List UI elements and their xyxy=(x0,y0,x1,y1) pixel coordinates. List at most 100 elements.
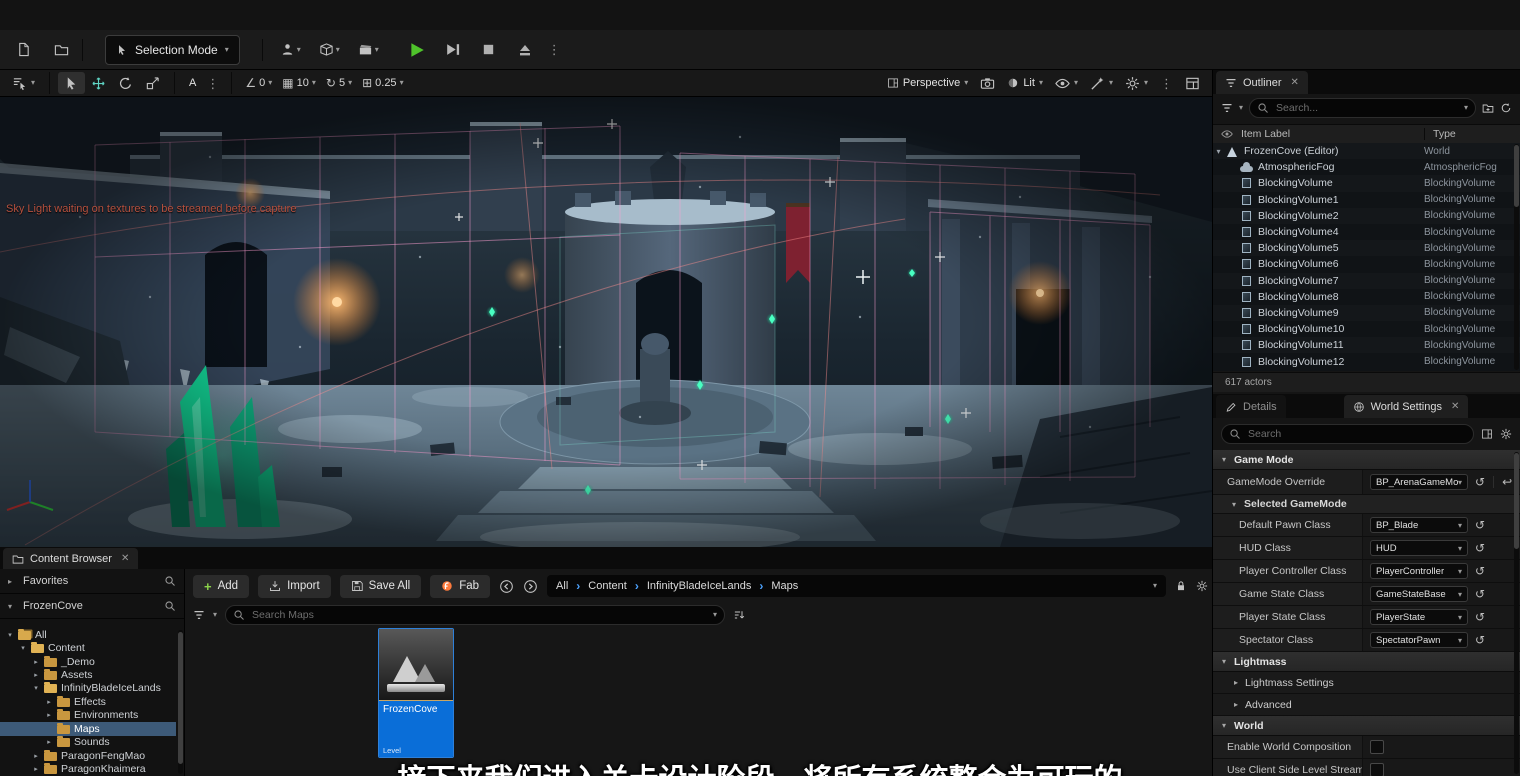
expander-icon[interactable]: ▸ xyxy=(45,698,53,706)
outliner-row[interactable]: BlockingVolume6BlockingVolume xyxy=(1213,256,1520,272)
property-dropdown[interactable]: HUD▾ xyxy=(1370,540,1468,556)
expander-icon[interactable]: ▸ xyxy=(45,711,53,719)
viewport-more-icon[interactable]: ⋮ xyxy=(1160,77,1173,90)
expander-icon[interactable]: ▾ xyxy=(6,631,14,639)
save-all-button[interactable]: Save All xyxy=(340,575,422,598)
outliner-row[interactable]: BlockingVolume10BlockingVolume xyxy=(1213,321,1520,337)
expander-icon[interactable]: ▾ xyxy=(1219,721,1229,730)
stop-button[interactable] xyxy=(476,37,502,63)
property-dropdown[interactable]: BP_Blade▾ xyxy=(1370,517,1468,533)
folder-tree-item[interactable]: Maps xyxy=(0,722,176,735)
search-icon[interactable] xyxy=(164,575,176,587)
world-local-toggle[interactable]: A xyxy=(183,72,202,94)
snap-control[interactable]: ∠0▾ xyxy=(240,72,277,94)
snap-control[interactable]: ▦10▾ xyxy=(277,72,321,94)
move-tool-button[interactable] xyxy=(85,72,112,94)
outliner-row[interactable]: BlockingVolume9BlockingVolume xyxy=(1213,305,1520,321)
browse-content-button[interactable] xyxy=(48,37,74,63)
content-settings-gear-icon[interactable] xyxy=(1196,580,1208,592)
cinematics-dropdown[interactable]: ▾ xyxy=(358,42,379,57)
chevron-down-icon[interactable]: ▾ xyxy=(312,79,316,87)
tab-world-settings[interactable]: World Settings ✕ xyxy=(1344,395,1469,418)
asset-tile-frozencove[interactable]: FrozenCove Level xyxy=(378,628,454,758)
settings-category[interactable]: ▾World xyxy=(1213,716,1520,736)
chevron-down-icon[interactable]: ▾ xyxy=(348,79,352,87)
property-dropdown[interactable]: SpectatorPawn▾ xyxy=(1370,632,1468,648)
reset-to-default-icon[interactable]: ↺ xyxy=(1475,611,1485,623)
create-folder-icon[interactable] xyxy=(1482,102,1494,114)
viewport-options-dropdown[interactable]: ▾ xyxy=(6,72,41,94)
outliner-row[interactable]: BlockingVolume8BlockingVolume xyxy=(1213,289,1520,305)
undo-icon[interactable]: ↩ xyxy=(1493,476,1512,488)
expander-icon[interactable]: ▾ xyxy=(1219,455,1229,464)
eject-button[interactable] xyxy=(512,37,538,63)
filter-icon[interactable] xyxy=(193,609,205,621)
reset-to-default-icon[interactable]: ↺ xyxy=(1475,476,1485,488)
play-options-more-icon[interactable]: ⋮ xyxy=(548,43,561,56)
folder-tree-item[interactable]: ▸Assets xyxy=(0,668,176,681)
chevron-down-icon[interactable]: ▾ xyxy=(1464,104,1468,112)
expander-icon[interactable]: ▾ xyxy=(8,602,18,611)
reset-to-default-icon[interactable]: ↺ xyxy=(1475,634,1485,646)
breadcrumb-item[interactable]: Content xyxy=(588,580,627,592)
play-button[interactable] xyxy=(404,37,430,63)
breadcrumb-item[interactable]: Maps xyxy=(771,580,798,592)
outliner-row[interactable]: BlockingVolume5BlockingVolume xyxy=(1213,240,1520,256)
camera-settings-button[interactable] xyxy=(974,72,1001,94)
asset-search[interactable]: ▾ xyxy=(225,605,725,625)
folder-tree-item[interactable]: ▾InfinityBladeIceLands xyxy=(0,682,176,695)
fab-button[interactable]: Fab xyxy=(430,575,490,598)
settings-gear-icon[interactable] xyxy=(1500,428,1512,440)
checkbox[interactable] xyxy=(1370,740,1384,754)
settings-category[interactable]: ▾Game Mode xyxy=(1213,450,1520,470)
maximize-viewport-button[interactable] xyxy=(1179,72,1206,94)
sort-view-icon[interactable] xyxy=(733,609,745,621)
view-mode-dropdown[interactable]: Lit ▾ xyxy=(1001,72,1049,94)
expander-icon[interactable]: ▸ xyxy=(8,577,18,586)
chevron-down-icon[interactable]: ▾ xyxy=(713,611,717,619)
expander-icon[interactable]: ▾ xyxy=(32,684,40,692)
outliner-search-input[interactable] xyxy=(1274,101,1459,115)
chevron-down-icon[interactable]: ▾ xyxy=(1239,104,1243,112)
asset-search-input[interactable] xyxy=(250,608,708,622)
viewport-settings-dropdown[interactable]: ▾ xyxy=(1119,72,1154,94)
property-dropdown[interactable]: BP_ArenaGameMode▾ xyxy=(1370,474,1468,490)
folder-tree-item[interactable]: ▾All xyxy=(0,628,176,641)
display-options-icon[interactable] xyxy=(1481,428,1493,440)
expander-icon[interactable]: ▸ xyxy=(1231,678,1241,687)
outliner-row[interactable]: BlockingVolume1BlockingVolume xyxy=(1213,192,1520,208)
tab-content-browser[interactable]: Content Browser ✕ xyxy=(3,548,138,569)
add-button[interactable]: + Add xyxy=(193,575,249,598)
folder-tree-item[interactable]: ▾Content xyxy=(0,641,176,654)
optimization-dropdown[interactable]: ▾ xyxy=(1084,72,1119,94)
settings-row-collapsed[interactable]: ▸Lightmass Settings xyxy=(1213,672,1520,694)
save-level-button[interactable] xyxy=(10,37,36,63)
reset-to-default-icon[interactable]: ↺ xyxy=(1475,542,1485,554)
outliner-settings-icon[interactable] xyxy=(1500,102,1512,114)
project-section[interactable]: ▾ FrozenCove xyxy=(0,594,184,619)
folder-tree-item[interactable]: ▸_Demo xyxy=(0,655,176,668)
outliner-row[interactable]: BlockingVolume11BlockingVolume xyxy=(1213,337,1520,353)
chevron-down-icon[interactable]: ▾ xyxy=(400,79,404,87)
filter-icon[interactable] xyxy=(1221,102,1233,114)
expander-icon[interactable]: ▸ xyxy=(32,671,40,679)
outliner-row[interactable]: AtmosphericFogAtmosphericFog xyxy=(1213,159,1520,175)
perspective-dropdown[interactable]: Perspective ▾ xyxy=(881,72,975,94)
scale-tool-button[interactable] xyxy=(139,72,166,94)
tab-outliner[interactable]: Outliner ✕ xyxy=(1216,71,1308,94)
chevron-down-icon[interactable]: ▾ xyxy=(1153,582,1157,590)
expander-icon[interactable]: ▾ xyxy=(1213,147,1224,156)
expander-icon[interactable]: ▾ xyxy=(19,644,27,652)
level-viewport[interactable]: Sky Light waiting on textures to be stre… xyxy=(0,97,1212,547)
details-scrollbar[interactable] xyxy=(1514,452,1519,774)
search-icon[interactable] xyxy=(164,600,176,612)
settings-subcategory[interactable]: ▾Selected GameMode xyxy=(1213,495,1520,514)
reset-to-default-icon[interactable]: ↺ xyxy=(1475,588,1485,600)
chevron-down-icon[interactable]: ▾ xyxy=(213,611,217,619)
expander-icon[interactable]: ▸ xyxy=(1231,700,1241,709)
property-dropdown[interactable]: GameStateBase▾ xyxy=(1370,586,1468,602)
transform-more-icon[interactable]: ⋮ xyxy=(206,77,219,90)
outliner-search[interactable]: ▾ xyxy=(1249,98,1476,118)
select-tool-button[interactable] xyxy=(58,72,85,94)
reset-to-default-icon[interactable]: ↺ xyxy=(1475,565,1485,577)
